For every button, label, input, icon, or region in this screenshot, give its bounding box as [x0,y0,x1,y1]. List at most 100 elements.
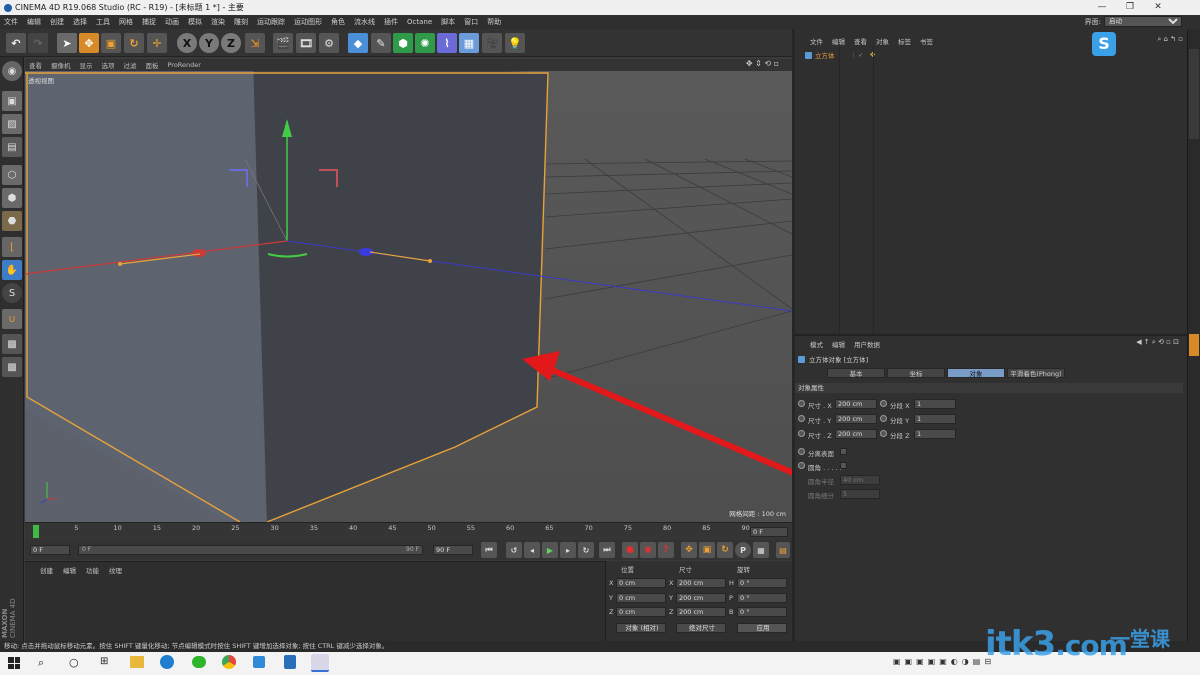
app-icon-blue[interactable] [253,656,265,668]
menu-select[interactable]: 选择 [73,17,87,27]
size-x-attr-field[interactable]: 200 cm [835,399,877,409]
points-mode-icon[interactable]: ⬡ [2,165,22,185]
render-view-icon[interactable]: 🎬 [273,33,293,53]
fillet-subdiv-field[interactable]: 5 [840,489,880,499]
om-menu-file[interactable]: 文件 [810,36,823,46]
pos-z-field[interactable]: 0 cm [616,607,666,617]
object-name-cube[interactable]: 立方体 [815,50,835,60]
rot-h-field[interactable]: 0 ° [737,578,787,588]
menu-mograph[interactable]: 运动图形 [294,17,322,27]
frame-range-slider[interactable]: 0 F 90 F [78,545,423,555]
recent-tool-icon[interactable]: ✛ [147,33,167,53]
prev-key-icon[interactable]: ↺ [506,542,522,558]
texture-mode-icon[interactable]: ▨ [2,114,22,134]
vp-menu-panel[interactable]: 面板 [146,60,159,70]
x-axis-lock-icon[interactable]: X [177,33,197,53]
wechat-icon[interactable] [192,656,206,668]
move-tool-icon[interactable]: ✥ [79,33,99,53]
prev-frame-icon[interactable]: ◂ [524,542,540,558]
camera-icon[interactable]: 🎥 [482,33,502,53]
enable-axis-icon[interactable]: ⌊ [2,237,22,257]
menu-character[interactable]: 角色 [331,17,345,27]
segments-y-field[interactable]: 1 [914,414,956,424]
next-key-icon[interactable]: ↻ [578,542,594,558]
z-axis-lock-icon[interactable]: Z [221,33,241,53]
menu-plugins[interactable]: 插件 [384,17,398,27]
mat-menu-texture[interactable]: 纹理 [109,565,122,575]
restore-icon[interactable]: ❐ [1116,0,1144,15]
menu-sculpt[interactable]: 雕刻 [234,17,248,27]
menu-window[interactable]: 窗口 [464,17,478,27]
search-icon[interactable]: ⌕ [38,656,44,670]
tab-coordinates[interactable]: 坐标 [887,368,945,378]
menu-octane[interactable]: Octane [407,18,432,26]
edges-mode-icon[interactable]: ⬢ [2,188,22,208]
polygons-mode-icon[interactable]: ⬣ [2,211,22,231]
om-nav-icons[interactable]: ⌕ ⌂ ↰ ▫ [1157,35,1183,44]
tweak-mode-icon[interactable]: ✋ [2,260,22,280]
size-z-field[interactable]: 200 cm [676,607,726,617]
cinema4d-taskbar-icon[interactable] [311,654,329,672]
menu-render[interactable]: 渲染 [211,17,225,27]
timeline-ruler[interactable]: 051015202530354045505560657075808590 0 F [25,522,792,540]
app-icon-shield[interactable] [284,655,296,669]
segments-z-field[interactable]: 1 [914,429,956,439]
minimize-icon[interactable]: — [1088,0,1116,15]
size-z-attr-field[interactable]: 200 cm [835,429,877,439]
side-tab-objects[interactable] [1189,49,1199,139]
key-pla-icon[interactable]: ▦ [753,542,769,558]
am-menu-edit[interactable]: 编辑 [832,339,845,349]
coord-mode-select[interactable]: 对象 (相对) [616,623,666,633]
next-frame-icon[interactable]: ▸ [560,542,576,558]
mat-menu-edit[interactable]: 编辑 [63,565,76,575]
octane-s-logo[interactable]: S [1092,32,1116,56]
side-tab-attributes[interactable] [1189,334,1199,356]
timeline-window-icon[interactable]: ▤ [776,542,790,558]
workplane-icon[interactable]: ▩ [2,334,22,354]
menu-edit[interactable]: 编辑 [27,17,41,27]
lock-workplane-icon[interactable]: ▩ [2,357,22,377]
menu-motion-tracking[interactable]: 运动跟踪 [257,17,285,27]
vp-menu-display[interactable]: 显示 [80,60,93,70]
apply-button[interactable]: 应用 [737,623,787,633]
file-explorer-icon[interactable] [130,656,144,668]
light-icon[interactable]: 💡 [505,33,525,53]
workplane-mode-icon[interactable]: ▤ [2,137,22,157]
am-menu-mode[interactable]: 模式 [810,339,823,349]
om-menu-edit[interactable]: 编辑 [832,36,845,46]
size-y-field[interactable]: 200 cm [676,593,726,603]
cloner-icon[interactable]: ✺ [415,33,435,53]
timeline-playhead[interactable] [33,525,39,538]
tab-phong[interactable]: 平滑着色(Phong) [1007,368,1065,378]
edge-browser-icon[interactable] [160,655,174,669]
menu-animate[interactable]: 动画 [165,17,179,27]
menu-mesh[interactable]: 网格 [119,17,133,27]
menu-pipeline[interactable]: 流水线 [354,17,375,27]
snap-icon[interactable]: S [2,283,22,303]
menu-file[interactable]: 文件 [4,17,18,27]
tray-icons[interactable]: ▣▣▣▣▣◐◑▤⊟ [893,657,995,666]
key-rotation-icon[interactable]: ↻ [717,542,733,558]
magnet-icon[interactable]: ∪ [2,309,22,329]
separate-surfaces-checkbox[interactable] [840,448,847,455]
mat-menu-create[interactable]: 创建 [40,565,53,575]
segments-x-field[interactable]: 1 [914,399,956,409]
om-menu-bookmarks[interactable]: 书签 [920,36,933,46]
vp-menu-prorender[interactable]: ProRender [168,61,201,69]
task-view-icon[interactable]: ○ [69,656,79,669]
object-tree-row[interactable]: 立方体 ⋮ ✓ ❖ [805,50,876,60]
go-to-end-icon[interactable]: ⏭ [599,542,615,558]
model-mode-icon[interactable]: ▣ [2,91,22,111]
record-key-icon[interactable]: ● [622,542,638,558]
undo-icon[interactable]: ↶ [6,33,26,53]
om-menu-view[interactable]: 查看 [854,36,867,46]
interface-layout-select[interactable]: 启动 [1104,16,1182,27]
cube-primitive-icon[interactable]: ◆ [348,33,368,53]
render-settings-icon[interactable]: ⚙ [319,33,339,53]
y-axis-lock-icon[interactable]: Y [199,33,219,53]
rotate-tool-icon[interactable]: ↻ [124,33,144,53]
go-to-start-icon[interactable]: ⏮ [481,542,497,558]
vp-menu-filter[interactable]: 过滤 [124,60,137,70]
current-frame-field[interactable]: 0 F [750,527,788,537]
render-picture-viewer-icon[interactable]: 🎞 [296,33,316,53]
